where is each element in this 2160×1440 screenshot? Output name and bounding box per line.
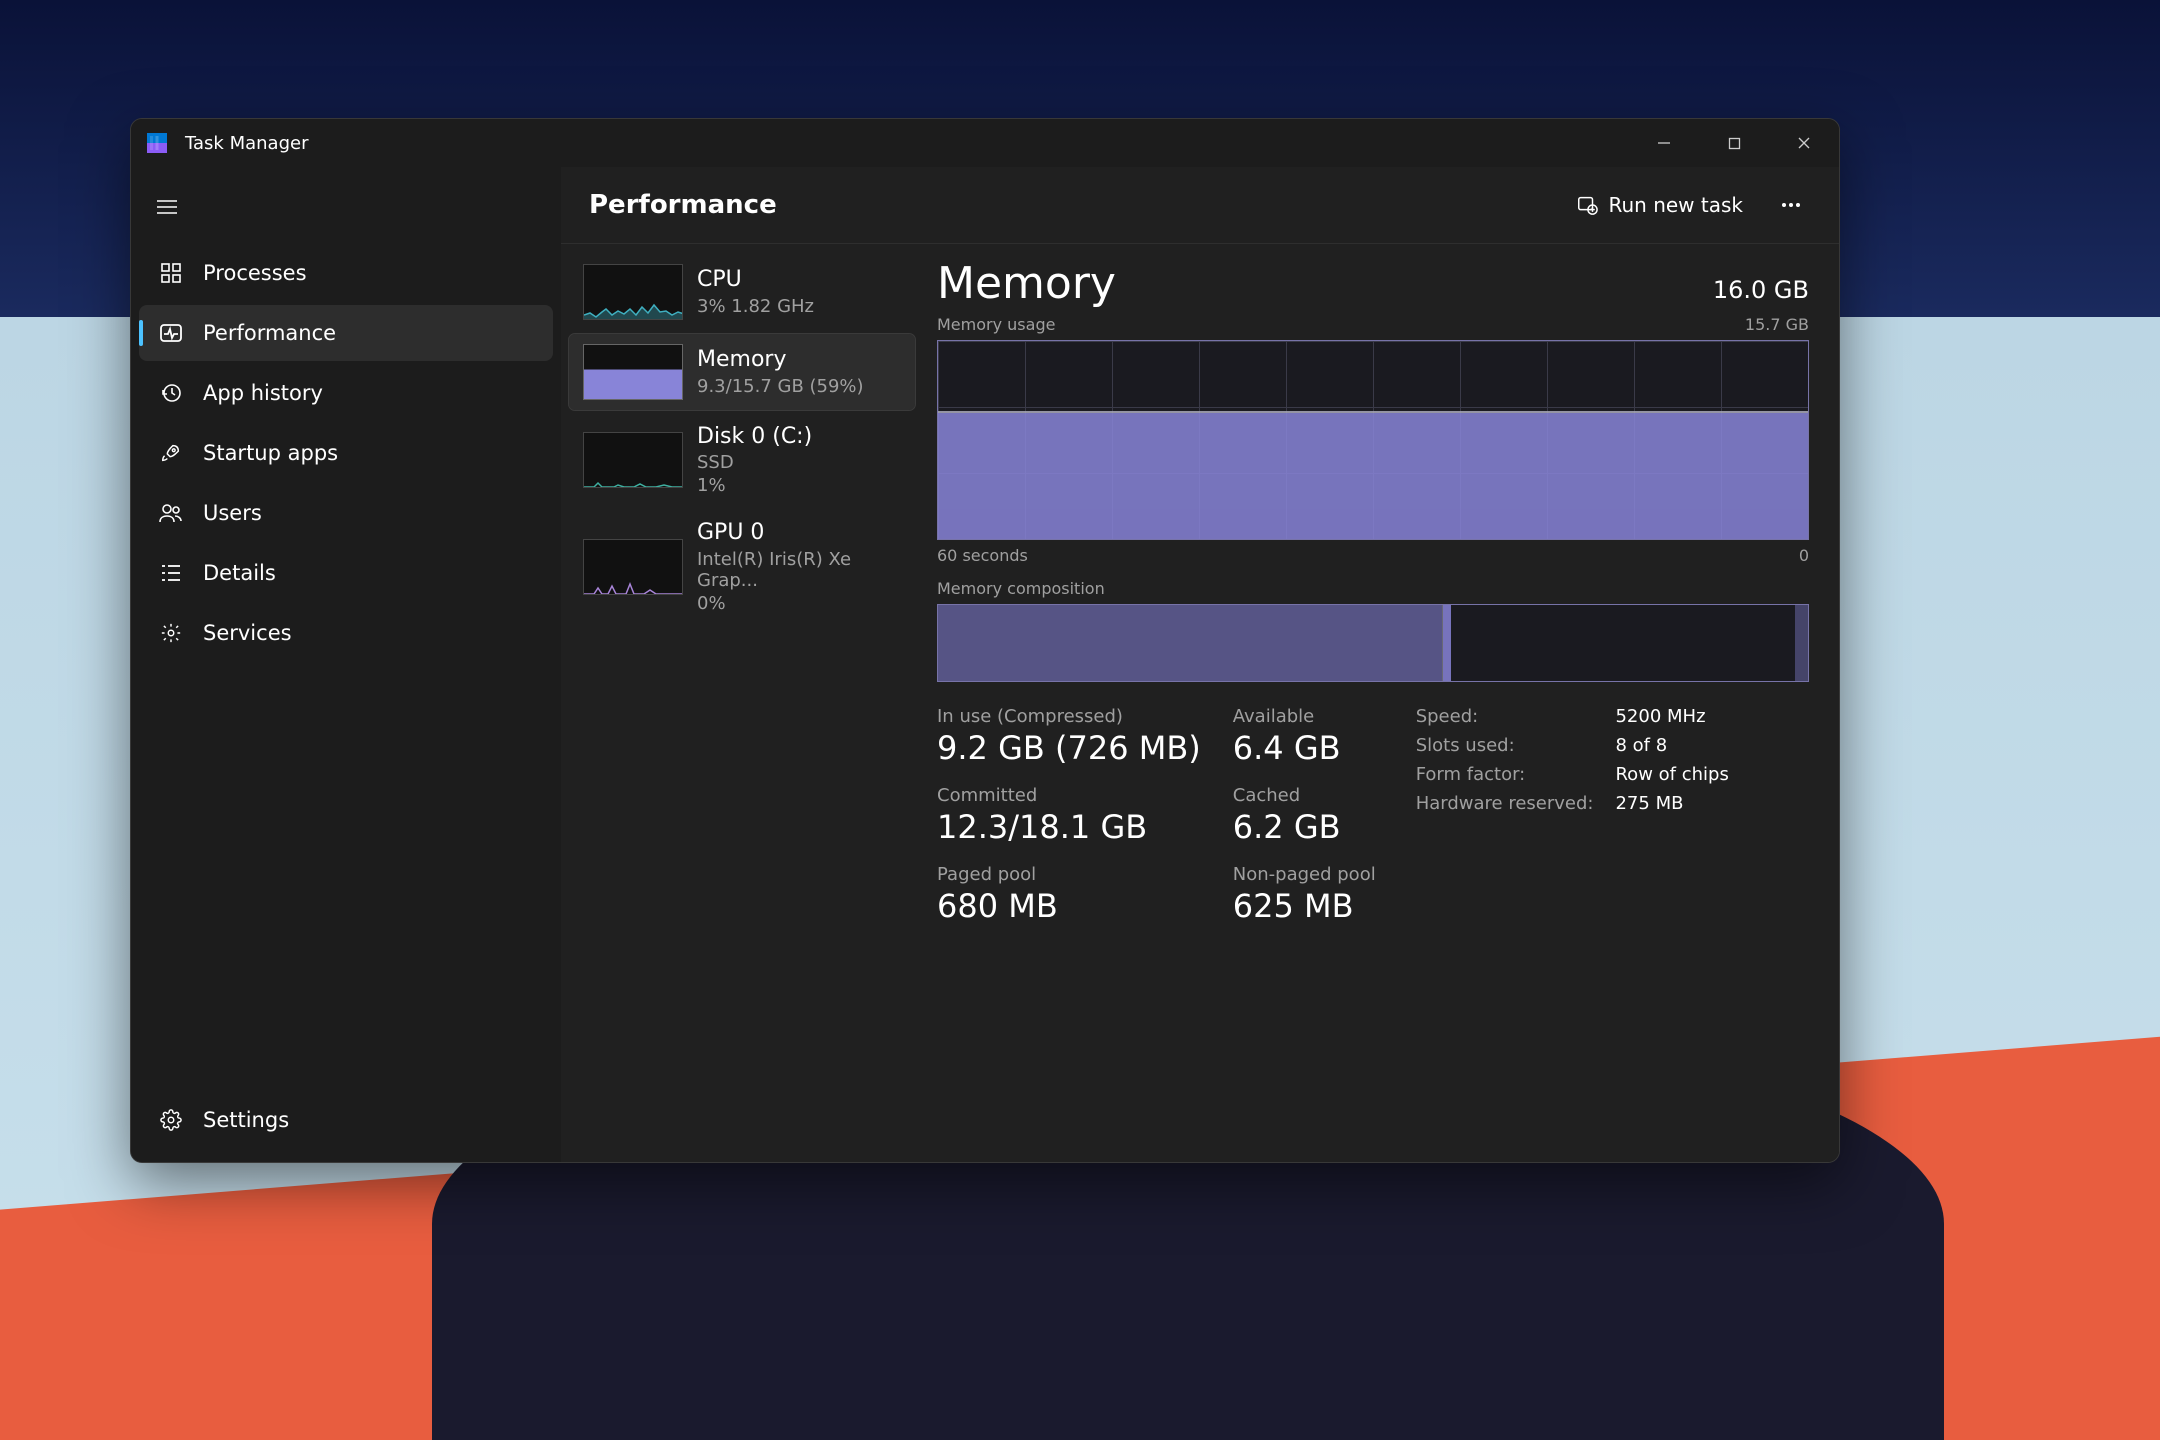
speed-val: 5200 MHz (1615, 706, 1728, 727)
memory-thumbnail (583, 344, 683, 400)
perf-sidebar: CPU 3% 1.82 GHz Memory 9.3/15.7 GB (59%) (561, 244, 923, 1162)
more-options-button[interactable] (1771, 185, 1811, 225)
sidebar-item-settings[interactable]: Settings (139, 1092, 553, 1148)
committed-label: Committed (937, 785, 1201, 806)
time-right-label: 0 (1799, 546, 1809, 565)
sidebar-item-startup-apps[interactable]: Startup apps (139, 425, 553, 481)
stats-primary: In use (Compressed) 9.2 GB (726 MB) Avai… (937, 706, 1376, 925)
form-val: Row of chips (1615, 764, 1728, 785)
perf-item-disk0[interactable]: Disk 0 (C:) SSD 1% (569, 414, 915, 506)
paged-label: Paged pool (937, 864, 1201, 885)
page-title: Performance (589, 190, 777, 220)
perf-item-sub2: 0% (697, 593, 901, 614)
nonpaged-value: 625 MB (1233, 887, 1376, 925)
content-header: Performance Run new task (561, 167, 1839, 244)
sidebar: Processes Performance App history Startu… (131, 167, 561, 1162)
sidebar-item-label: Services (203, 621, 292, 645)
sidebar-item-label: Users (203, 501, 262, 525)
sidebar-item-label: Details (203, 561, 276, 585)
sidebar-item-app-history[interactable]: App history (139, 365, 553, 421)
perf-item-sub: Intel(R) Iris(R) Xe Grap... (697, 549, 901, 591)
composition-label: Memory composition (937, 579, 1809, 598)
nonpaged-label: Non-paged pool (1233, 864, 1376, 885)
task-manager-window: Task Manager Processes (130, 118, 1840, 1163)
sidebar-item-label: Processes (203, 261, 307, 285)
pulse-icon (159, 321, 183, 345)
minimize-button[interactable] (1629, 119, 1699, 167)
composition-standby (1451, 605, 1795, 681)
sidebar-item-label: App history (203, 381, 323, 405)
nav-toggle-button[interactable] (143, 183, 191, 231)
memory-usage-graph (937, 340, 1809, 540)
in-use-label: In use (Compressed) (937, 706, 1201, 727)
disk-thumbnail (583, 432, 683, 488)
history-icon (159, 381, 183, 405)
perf-item-name: GPU 0 (697, 520, 901, 546)
run-new-task-button[interactable]: Run new task (1562, 185, 1757, 225)
sidebar-item-label: Startup apps (203, 441, 338, 465)
perf-item-memory[interactable]: Memory 9.3/15.7 GB (59%) (569, 334, 915, 410)
hres-key: Hardware reserved: (1416, 793, 1594, 814)
app-title: Task Manager (185, 133, 308, 154)
available-value: 6.4 GB (1233, 729, 1376, 767)
committed-value: 12.3/18.1 GB (937, 808, 1201, 846)
cpu-thumbnail (583, 264, 683, 320)
users-icon (159, 501, 183, 525)
gpu-thumbnail (583, 539, 683, 595)
run-task-label: Run new task (1608, 193, 1743, 217)
perf-item-name: Memory (697, 347, 864, 373)
memory-composition-bar (937, 604, 1809, 682)
detail-pane: Memory 16.0 GB Memory usage 15.7 GB 60 s… (923, 244, 1839, 1162)
speed-key: Speed: (1416, 706, 1594, 727)
sidebar-item-users[interactable]: Users (139, 485, 553, 541)
detail-title: Memory (937, 258, 1116, 309)
run-task-icon (1576, 194, 1598, 216)
rocket-icon (159, 441, 183, 465)
in-use-value: 9.2 GB (726 MB) (937, 729, 1201, 767)
titlebar: Task Manager (131, 119, 1839, 167)
hres-val: 275 MB (1615, 793, 1728, 814)
close-button[interactable] (1769, 119, 1839, 167)
services-icon (159, 621, 183, 645)
composition-modified (1443, 605, 1452, 681)
perf-item-cpu[interactable]: CPU 3% 1.82 GHz (569, 254, 915, 330)
memory-usage-fill (938, 412, 1808, 539)
form-key: Form factor: (1416, 764, 1594, 785)
detail-total: 16.0 GB (1713, 276, 1809, 304)
perf-item-sub2: 1% (697, 475, 812, 496)
cached-value: 6.2 GB (1233, 808, 1376, 846)
sidebar-item-details[interactable]: Details (139, 545, 553, 601)
main-content: Performance Run new task (561, 167, 1839, 1162)
sidebar-item-services[interactable]: Services (139, 605, 553, 661)
usage-label: Memory usage (937, 315, 1055, 334)
cached-label: Cached (1233, 785, 1376, 806)
composition-in-use (938, 605, 1443, 681)
paged-value: 680 MB (937, 887, 1201, 925)
window-controls (1629, 119, 1839, 167)
sidebar-item-label: Performance (203, 321, 336, 345)
gear-icon (159, 1108, 183, 1132)
perf-item-sub: SSD (697, 452, 812, 473)
perf-item-sub: 9.3/15.7 GB (59%) (697, 376, 864, 397)
slots-val: 8 of 8 (1615, 735, 1728, 756)
usage-scale: 15.7 GB (1745, 315, 1809, 334)
maximize-button[interactable] (1699, 119, 1769, 167)
sidebar-item-label: Settings (203, 1108, 289, 1132)
perf-item-name: Disk 0 (C:) (697, 424, 812, 450)
time-left-label: 60 seconds (937, 546, 1028, 565)
sidebar-item-processes[interactable]: Processes (139, 245, 553, 301)
composition-hardware-reserved (1795, 605, 1808, 681)
details-icon (159, 561, 183, 585)
available-label: Available (1233, 706, 1376, 727)
sidebar-item-performance[interactable]: Performance (139, 305, 553, 361)
perf-item-gpu0[interactable]: GPU 0 Intel(R) Iris(R) Xe Grap... 0% (569, 510, 915, 623)
perf-item-sub: 3% 1.82 GHz (697, 296, 814, 317)
perf-item-name: CPU (697, 267, 814, 293)
slots-key: Slots used: (1416, 735, 1594, 756)
app-icon (147, 133, 167, 153)
stats-specs: Speed: 5200 MHz Slots used: 8 of 8 Form … (1416, 706, 1729, 925)
grid-icon (159, 261, 183, 285)
